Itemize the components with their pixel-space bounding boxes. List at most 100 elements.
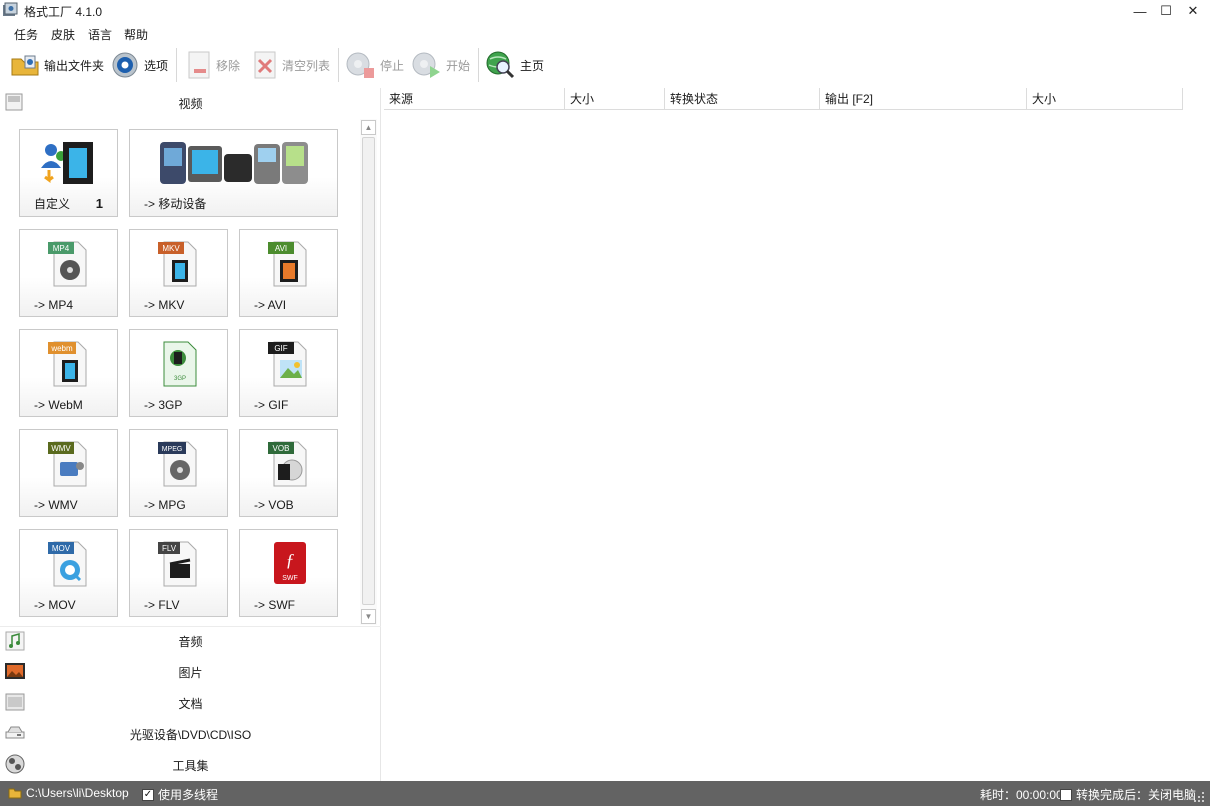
mkv-file-icon: MKV <box>157 241 196 287</box>
wmv-file-icon: WMV <box>47 441 86 487</box>
tile-flv[interactable]: FLV -> FLV <box>129 529 228 617</box>
category-video-label: 视频 <box>178 96 203 111</box>
column-size[interactable]: 大小 <box>565 88 665 110</box>
vob-badge: VOB <box>272 444 289 453</box>
custom-count-badge: 1 <box>95 196 103 211</box>
tile-mobile-devices[interactable]: -> 移动设备 <box>129 129 338 217</box>
task-list[interactable]: 来源 大小 转换状态 输出 [F2] 大小 <box>384 88 1210 781</box>
column-output-size[interactable]: 大小 <box>1027 88 1183 110</box>
menu-language[interactable]: 语言 <box>88 26 112 43</box>
multithread-toggle[interactable]: ✓ 使用多线程 <box>142 786 218 803</box>
tile-mp4[interactable]: MP4 -> MP4 <box>19 229 118 317</box>
tile-wmv[interactable]: WMV -> WMV <box>19 429 118 517</box>
category-tools[interactable]: 工具集 <box>0 750 381 780</box>
after-convert-checkbox[interactable] <box>1060 788 1072 801</box>
format-grid-scrollbar[interactable]: ▲ ▼ <box>360 119 377 625</box>
category-rom-device[interactable]: 光驱设备\DVD\CD\ISO <box>0 719 381 749</box>
close-button[interactable]: ✕ <box>1179 0 1207 22</box>
vob-file-icon: VOB <box>267 441 306 487</box>
tile-avi-label: -> AVI <box>254 298 287 312</box>
tile-mpg-label: -> MPG <box>144 498 186 512</box>
gif-badge: GIF <box>274 344 287 353</box>
category-video[interactable]: 视频 <box>0 88 381 118</box>
flv-badge: FLV <box>161 544 176 553</box>
remove-label: 移除 <box>216 58 241 73</box>
mobile-devices-icon <box>159 142 308 184</box>
title-bar: 格式工厂 4.1.0 — ☐ ✕ <box>0 0 1210 22</box>
output-path-text: C:\Users\li\Desktop <box>26 786 129 800</box>
home-button[interactable]: 主页 <box>484 48 544 82</box>
tile-swf-label: -> SWF <box>254 598 295 612</box>
avi-badge: AVI <box>274 244 286 253</box>
app-logo-icon <box>3 2 18 16</box>
scrollbar-thumb[interactable] <box>362 137 375 605</box>
mov-file-icon: MOV <box>47 541 86 587</box>
toolbar-divider <box>338 48 339 82</box>
tile-mov-label: -> MOV <box>34 598 76 612</box>
tile-vob[interactable]: VOB -> VOB <box>239 429 338 517</box>
column-output[interactable]: 输出 [F2] <box>820 88 1027 110</box>
scroll-down-icon[interactable]: ▼ <box>361 609 376 624</box>
tile-avi[interactable]: AVI -> AVI <box>239 229 338 317</box>
tile-gif[interactable]: GIF -> GIF <box>239 329 338 417</box>
output-path[interactable]: C:\Users\li\Desktop <box>8 786 129 800</box>
stop-icon <box>346 52 374 78</box>
after-convert-label: 转换完成后：关闭电脑 <box>1076 788 1197 802</box>
tile-swf[interactable]: ƒ SWF -> SWF <box>239 529 338 617</box>
mov-badge: MOV <box>51 544 70 553</box>
stop-button[interactable]: 停止 <box>344 48 404 82</box>
gear-icon <box>112 52 138 78</box>
remove-icon <box>188 51 210 79</box>
avi-file-icon: AVI <box>267 241 306 287</box>
tile-mov[interactable]: MOV -> MOV <box>19 529 118 617</box>
menu-help[interactable]: 帮助 <box>124 26 148 43</box>
scroll-up-icon[interactable]: ▲ <box>361 120 376 135</box>
column-convert-status[interactable]: 转换状态 <box>665 88 820 110</box>
output-folder-label: 输出文件夹 <box>44 58 105 73</box>
video-format-grid: 自定义 1 -> 移动设备 MP4 -> MP4 MKV -> MKV AVI … <box>0 119 360 625</box>
tile-mp4-label: -> MP4 <box>34 298 74 312</box>
category-picture-label: 图片 <box>178 665 203 680</box>
menu-task[interactable]: 任务 <box>14 26 38 43</box>
mkv-badge: MKV <box>162 244 180 253</box>
remove-button[interactable]: 移除 <box>186 48 240 82</box>
tile-mpg[interactable]: MPEG -> MPG <box>129 429 228 517</box>
category-document-label: 文档 <box>178 696 203 711</box>
3gp-file-icon: 3GP <box>163 341 196 387</box>
start-button[interactable]: 开始 <box>410 48 470 82</box>
mpg-badge: MPEG <box>161 446 182 453</box>
category-picture[interactable]: 图片 <box>0 657 381 687</box>
maximize-button[interactable]: ☐ <box>1152 0 1180 22</box>
after-convert-toggle[interactable]: 转换完成后：关闭电脑 <box>1060 786 1196 803</box>
category-document[interactable]: 文档 <box>0 688 381 718</box>
document-icon <box>5 693 25 711</box>
category-audio-label: 音频 <box>178 635 203 649</box>
tile-webm[interactable]: webm -> WebM <box>19 329 118 417</box>
status-bar: C:\Users\li\Desktop ✓ 使用多线程 耗时：00:00:00 … <box>0 781 1210 806</box>
tile-custom[interactable]: 自定义 1 <box>19 129 118 217</box>
format-category-panel: 视频 自定义 1 -> 移动设备 MP4 -> MP4 MKV -> MKV A… <box>0 88 381 781</box>
wmv-badge: WMV <box>51 444 71 453</box>
webm-file-icon: webm <box>47 341 86 387</box>
multithread-checkbox[interactable]: ✓ <box>142 788 154 801</box>
category-rom-label: 光驱设备\DVD\CD\ISO <box>129 727 252 742</box>
tile-3gp[interactable]: 3GP -> 3GP <box>129 329 228 417</box>
flash-glyph: ƒ <box>285 550 294 570</box>
elapsed-time: 耗时：00:00:00 <box>980 786 1063 803</box>
options-button[interactable]: 选项 <box>110 48 168 82</box>
output-folder-button[interactable]: 输出文件夹 <box>10 48 104 82</box>
mp4-file-icon: MP4 <box>47 241 86 287</box>
tile-mkv-label: -> MKV <box>144 298 185 312</box>
category-audio[interactable]: 音频 <box>0 626 381 656</box>
clear-list-label: 清空列表 <box>282 58 331 73</box>
resize-grip-icon[interactable] <box>1193 791 1205 803</box>
clear-list-button[interactable]: 清空列表 <box>252 48 330 82</box>
tile-mkv[interactable]: MKV -> MKV <box>129 229 228 317</box>
gif-file-icon: GIF <box>267 341 306 387</box>
minimize-button[interactable]: — <box>1126 0 1154 22</box>
tile-mobile-label: -> 移动设备 <box>144 197 207 211</box>
toolbar-divider <box>478 48 479 82</box>
tile-wmv-label: -> WMV <box>34 498 78 512</box>
column-source[interactable]: 来源 <box>384 88 565 110</box>
menu-skin[interactable]: 皮肤 <box>51 26 75 43</box>
